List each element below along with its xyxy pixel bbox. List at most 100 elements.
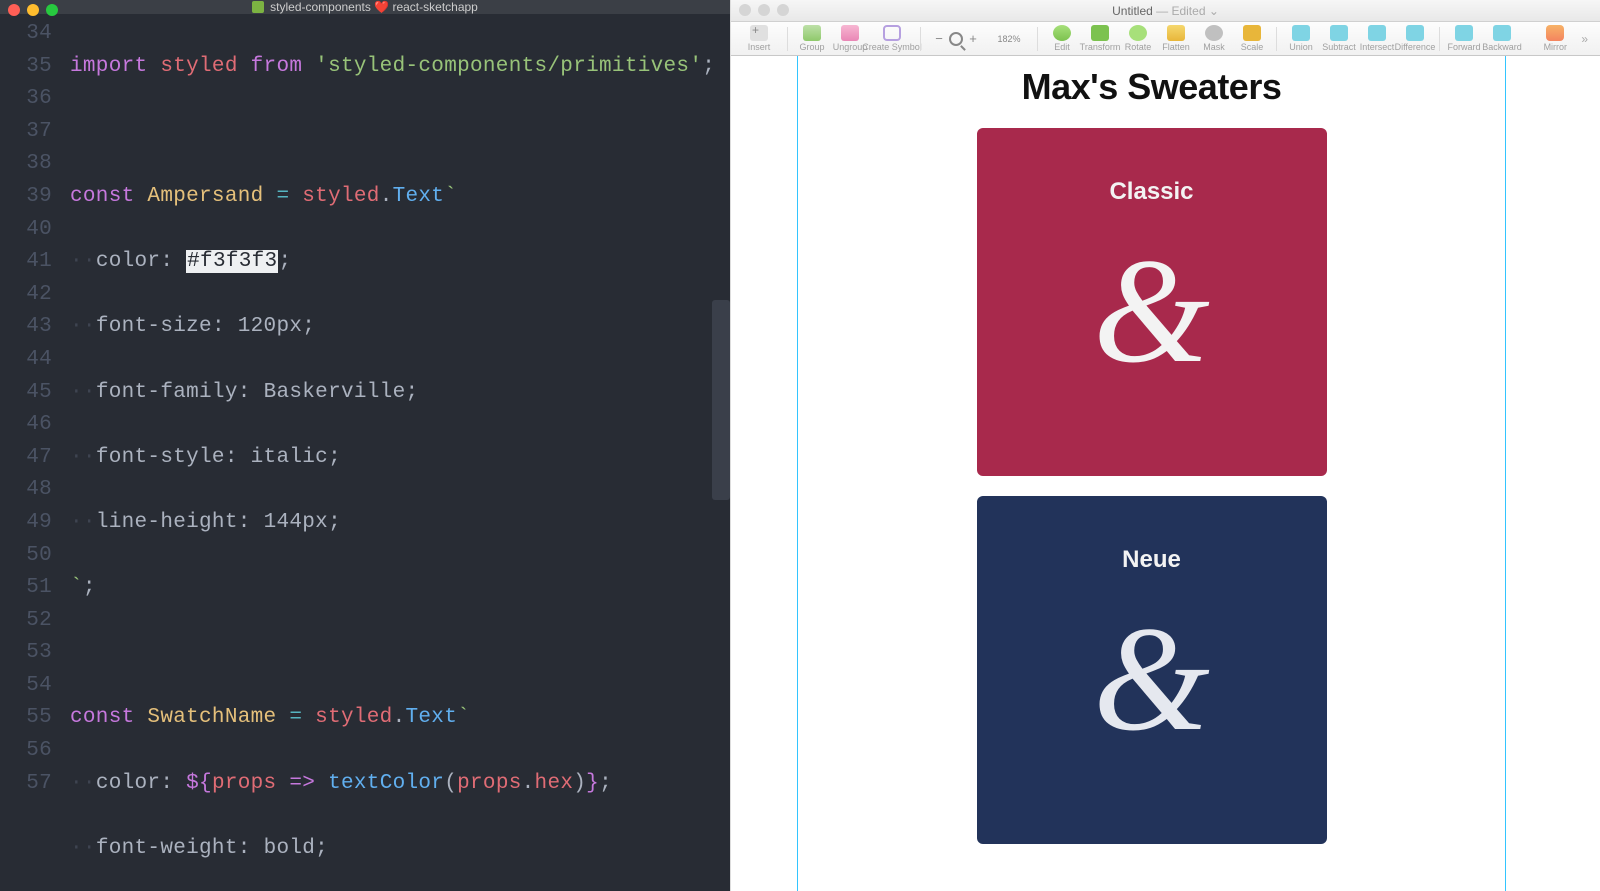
ungroup-icon <box>841 25 859 41</box>
editor-filename: styled-components ❤️ react-sketchapp <box>270 0 478 14</box>
union-button[interactable]: Union <box>1283 23 1319 55</box>
intersect-button[interactable]: Intersect <box>1359 23 1395 55</box>
plus-icon <box>750 25 768 41</box>
editor-scrollbar[interactable] <box>712 300 730 500</box>
code-line[interactable] <box>70 116 730 149</box>
minimize-icon[interactable] <box>27 4 39 16</box>
code-line[interactable]: ··color: #f3f3f3; <box>70 246 730 279</box>
toolbar-separator <box>1439 27 1440 51</box>
zoom-out-icon[interactable]: − <box>933 31 945 46</box>
line-number: 43 <box>0 311 52 344</box>
line-number: 56 <box>0 735 52 768</box>
line-number: 49 <box>0 507 52 540</box>
line-number: 48 <box>0 474 52 507</box>
line-number: 40 <box>0 214 52 247</box>
transform-icon <box>1091 25 1109 41</box>
zoom-value: 182% <box>987 34 1031 44</box>
symbol-icon <box>883 25 901 41</box>
line-number: 57 <box>0 768 52 801</box>
code-line[interactable]: ··font-size: 120px; <box>70 311 730 344</box>
subtract-icon <box>1330 25 1348 41</box>
rotate-button[interactable]: Rotate <box>1120 23 1156 55</box>
mirror-button[interactable]: Mirror <box>1537 23 1573 55</box>
code-line[interactable]: ··font-style: italic; <box>70 442 730 475</box>
code-line[interactable] <box>70 637 730 670</box>
line-number: 36 <box>0 83 52 116</box>
zoom-icon[interactable] <box>777 4 789 16</box>
artboard-title[interactable]: Max's Sweaters <box>1022 66 1282 108</box>
toolbar-overflow-icon[interactable]: » <box>1575 32 1594 46</box>
sketch-titlebar: Untitled — Edited ⌄ <box>731 0 1600 22</box>
sketch-app-pane: Untitled — Edited ⌄ Insert Group Ungroup… <box>730 0 1600 891</box>
line-number: 37 <box>0 116 52 149</box>
close-icon[interactable] <box>8 4 20 16</box>
editor-body[interactable]: 34 35 36 37 38 39 40 41 42 43 44 45 46 4… <box>0 14 730 891</box>
window-traffic-lights[interactable] <box>739 4 789 16</box>
toolbar-separator <box>1037 27 1038 51</box>
ampersand-glyph[interactable]: & <box>1093 236 1210 386</box>
line-number: 50 <box>0 540 52 573</box>
close-icon[interactable] <box>739 4 751 16</box>
flatten-icon <box>1167 25 1185 41</box>
code-area[interactable]: import styled from 'styled-components/pr… <box>70 18 730 891</box>
code-editor-pane: styled-components ❤️ react-sketchapp 34 … <box>0 0 730 891</box>
edit-button[interactable]: Edit <box>1044 23 1080 55</box>
forward-button[interactable]: Forward <box>1446 23 1482 55</box>
edit-icon <box>1053 25 1071 41</box>
mask-icon <box>1205 25 1223 41</box>
difference-icon <box>1406 25 1424 41</box>
difference-button[interactable]: Difference <box>1397 23 1433 55</box>
toolbar-separator <box>1276 27 1277 51</box>
line-number: 39 <box>0 181 52 214</box>
zoom-control[interactable]: − + <box>933 31 979 46</box>
line-number: 44 <box>0 344 52 377</box>
sketch-toolbar: Insert Group Ungroup Create Symbol − + 1… <box>731 22 1600 56</box>
swatch-tile-neue[interactable]: Neue & <box>977 496 1327 844</box>
editor-titlebar: styled-components ❤️ react-sketchapp <box>0 0 730 14</box>
rotate-icon <box>1129 25 1147 41</box>
line-number: 34 <box>0 18 52 51</box>
intersect-icon <box>1368 25 1386 41</box>
zoom-in-icon[interactable]: + <box>967 31 979 46</box>
window-traffic-lights[interactable] <box>8 4 58 16</box>
line-number: 41 <box>0 246 52 279</box>
backward-button[interactable]: Backward <box>1484 23 1520 55</box>
transform-button[interactable]: Transform <box>1082 23 1118 55</box>
editor-tab-title: styled-components ❤️ react-sketchapp <box>0 0 730 14</box>
line-number: 45 <box>0 377 52 410</box>
scale-button[interactable]: Scale <box>1234 23 1270 55</box>
swatch-name[interactable]: Classic <box>1109 178 1193 206</box>
flatten-button[interactable]: Flatten <box>1158 23 1194 55</box>
union-icon <box>1292 25 1310 41</box>
swatch-name[interactable]: Neue <box>1122 546 1181 574</box>
code-line[interactable]: import styled from 'styled-components/pr… <box>70 51 730 84</box>
group-button[interactable]: Group <box>794 23 830 55</box>
code-line[interactable]: ··color: ${props => textColor(props.hex)… <box>70 768 730 801</box>
line-number: 55 <box>0 702 52 735</box>
swatch-tile-classic[interactable]: Classic & <box>977 128 1327 476</box>
code-line[interactable]: ··font-family: Baskerville; <box>70 377 730 410</box>
sketch-window-title: Untitled — Edited ⌄ <box>731 4 1600 18</box>
mask-button[interactable]: Mask <box>1196 23 1232 55</box>
scale-icon <box>1243 25 1261 41</box>
code-line[interactable]: `; <box>70 572 730 605</box>
artboard[interactable]: Max's Sweaters Classic & Neue & <box>797 56 1506 891</box>
subtract-button[interactable]: Subtract <box>1321 23 1357 55</box>
code-line[interactable]: ··font-weight: bold; <box>70 833 730 866</box>
line-number: 42 <box>0 279 52 312</box>
chevron-down-icon[interactable]: ⌄ <box>1206 4 1219 18</box>
backward-icon <box>1493 25 1511 41</box>
zoom-icon[interactable] <box>46 4 58 16</box>
code-line[interactable]: const Ampersand = styled.Text` <box>70 181 730 214</box>
create-symbol-button[interactable]: Create Symbol <box>870 23 914 55</box>
group-icon <box>803 25 821 41</box>
ampersand-glyph[interactable]: & <box>1093 604 1210 754</box>
sketch-canvas[interactable]: Max's Sweaters Classic & Neue & <box>731 56 1600 891</box>
code-line[interactable]: ··line-height: 144px; <box>70 507 730 540</box>
code-line[interactable]: const SwatchName = styled.Text` <box>70 702 730 735</box>
forward-icon <box>1455 25 1473 41</box>
insert-button[interactable]: Insert <box>737 23 781 55</box>
line-number: 47 <box>0 442 52 475</box>
magnifier-icon <box>949 32 963 46</box>
minimize-icon[interactable] <box>758 4 770 16</box>
